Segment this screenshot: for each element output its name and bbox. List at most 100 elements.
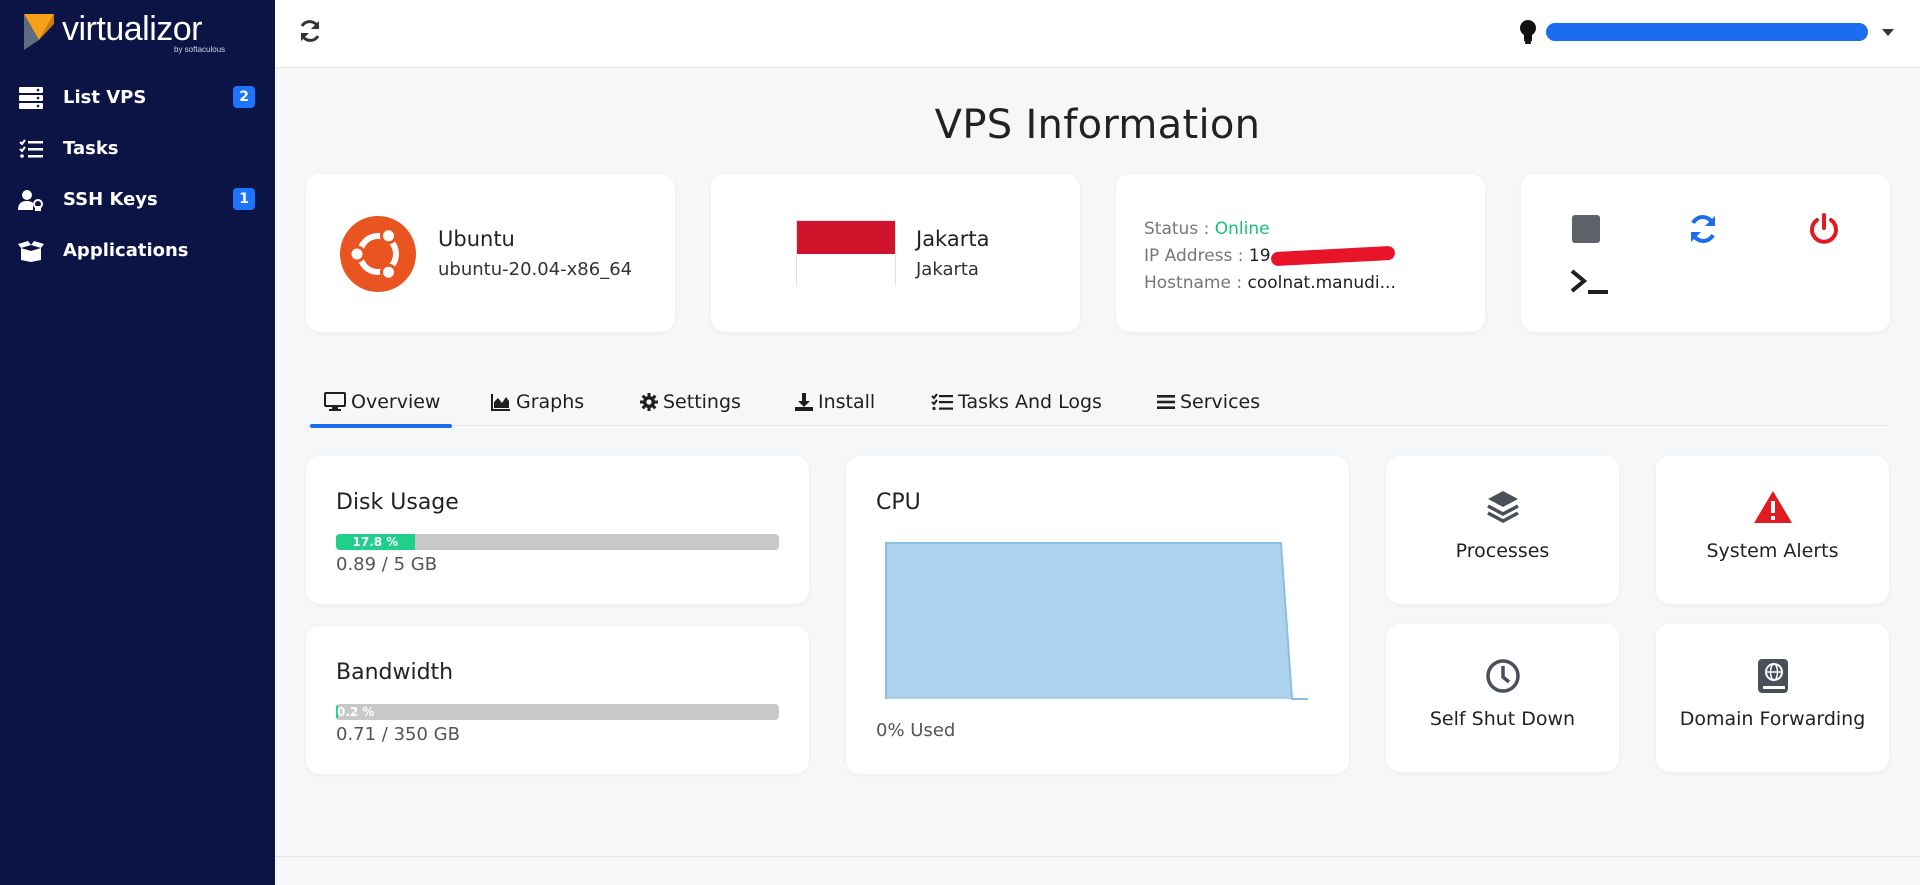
indonesia-flag-icon (796, 220, 896, 286)
sidebar-item-list-vps[interactable]: List VPS 2 (0, 72, 275, 123)
sidebar: virtualizor by softaculous List VPS 2 Ta… (0, 0, 275, 885)
stop-icon (1572, 215, 1600, 243)
self-shut-down-label: Self Shut Down (1429, 708, 1576, 730)
bandwidth-amount: 0.71 / 350 GB (336, 724, 460, 745)
bandwidth-progress: 0.2 % (336, 704, 779, 720)
sidebar-item-label: Applications (63, 240, 189, 261)
lightbulb-icon (1520, 20, 1536, 44)
sidebar-item-ssh-keys[interactable]: SSH Keys 1 (0, 174, 275, 225)
user-name-redacted (1546, 23, 1868, 41)
location-region: Jakarta (916, 259, 979, 280)
count-badge: 1 (233, 188, 255, 210)
domain-forwarding-label: Domain Forwarding (1679, 708, 1866, 730)
sidebar-nav: List VPS 2 Tasks SSH Keys 1 Applications (0, 72, 275, 276)
disk-usage-card: Disk Usage 17.8 % 0.89 / 5 GB (306, 456, 809, 604)
tab-graphs[interactable]: Graphs (491, 378, 584, 426)
domain-forwarding-tile[interactable]: Domain Forwarding (1656, 624, 1889, 772)
tab-overview[interactable]: Overview (309, 378, 453, 428)
cpu-card: CPU 0% Used (846, 456, 1349, 774)
processes-label: Processes (1455, 540, 1550, 562)
sidebar-item-label: Tasks (63, 138, 119, 159)
sidebar-item-applications[interactable]: Applications (0, 225, 275, 276)
area-chart-icon (491, 394, 510, 411)
server-list-icon (18, 86, 44, 110)
globe-book-icon (1757, 659, 1788, 693)
tab-install[interactable]: Install (795, 378, 875, 426)
hostname-row: Hostname : coolnat.manudi... (1144, 270, 1396, 297)
location-city: Jakarta (916, 227, 990, 251)
disk-usage-progress: 17.8 % (336, 534, 779, 550)
tab-label: Tasks And Logs (958, 391, 1102, 413)
bandwidth-fill: 0.2 % (336, 704, 375, 720)
tab-label: Overview (351, 391, 441, 413)
cpu-title: CPU (876, 490, 921, 515)
topbar (275, 0, 1920, 68)
ip-value: 19 (1248, 246, 1271, 266)
status-value: Online (1214, 219, 1270, 239)
virtualizor-logo[interactable]: virtualizor by softaculous (24, 10, 234, 56)
tab-label: Settings (663, 391, 741, 413)
chevron-down-icon (1882, 28, 1894, 36)
vps-actions-card (1521, 174, 1890, 332)
brand-sub: by softaculous (174, 45, 226, 54)
download-icon (795, 393, 813, 411)
power-off-button[interactable] (1806, 211, 1842, 247)
disk-usage-amount: 0.89 / 5 GB (336, 554, 438, 575)
cpu-used-label: 0% Used (876, 720, 956, 741)
tab-settings[interactable]: Settings (640, 378, 741, 426)
status-label: Status : (1144, 219, 1210, 239)
refresh-icon (1691, 215, 1715, 243)
refresh-icon[interactable] (297, 18, 323, 44)
processes-tile[interactable]: Processes (1386, 456, 1619, 604)
list-icon (1157, 395, 1175, 409)
task-list-icon (18, 137, 44, 161)
tab-services[interactable]: Services (1157, 378, 1260, 426)
box-open-icon (18, 239, 44, 263)
server-status-card: Status : Online IP Address : 19 Hostname… (1116, 174, 1485, 332)
page-title: VPS Information (934, 102, 1261, 148)
disk-usage-title: Disk Usage (336, 490, 459, 515)
hostname-value: coolnat.manudi... (1247, 273, 1396, 293)
user-key-icon (18, 188, 44, 212)
os-version: ubuntu-20.04-x86_64 (438, 259, 633, 280)
tab-label: Install (818, 391, 876, 413)
restart-button[interactable] (1685, 211, 1721, 247)
vps-tabs: Overview Graphs Settings Install Tasks A… (306, 378, 1888, 428)
system-alerts-tile[interactable]: System Alerts (1656, 456, 1889, 604)
ip-row: IP Address : 19 (1144, 243, 1396, 270)
count-badge: 2 (233, 86, 255, 108)
desktop-icon (324, 392, 346, 411)
tab-label: Graphs (516, 391, 585, 413)
clock-icon (1485, 659, 1520, 693)
task-list-icon (931, 393, 953, 411)
sidebar-item-tasks[interactable]: Tasks (0, 123, 275, 174)
location-card: Jakarta Jakarta (711, 174, 1080, 332)
gear-icon (640, 393, 658, 411)
footer-divider (275, 856, 1920, 857)
stop-button[interactable] (1568, 211, 1604, 247)
console-button[interactable] (1568, 264, 1612, 300)
bandwidth-card: Bandwidth 0.2 % 0.71 / 350 GB (306, 626, 809, 774)
tab-label: Services (1180, 391, 1261, 413)
bandwidth-title: Bandwidth (336, 660, 454, 685)
ip-redaction (1270, 245, 1395, 267)
system-alerts-label: System Alerts (1706, 540, 1839, 562)
self-shut-down-tile[interactable]: Self Shut Down (1386, 624, 1619, 772)
sidebar-item-label: List VPS (63, 87, 147, 108)
cpu-usage-graph (885, 542, 1308, 700)
disk-usage-fill: 17.8 % (336, 534, 415, 550)
hostname-label: Hostname : (1144, 273, 1243, 293)
os-card: Ubuntu ubuntu-20.04-x86_64 (306, 174, 675, 332)
power-icon (1810, 213, 1838, 244)
warning-icon (1753, 491, 1792, 523)
terminal-icon (1570, 269, 1608, 294)
layers-icon (1486, 491, 1519, 523)
virtualizor-logo-icon (24, 14, 54, 50)
os-name: Ubuntu (438, 227, 515, 251)
user-menu[interactable] (1518, 18, 1894, 46)
status-row: Status : Online (1144, 216, 1396, 243)
ubuntu-logo-icon (340, 216, 416, 292)
brand-name: virtualizor (62, 10, 202, 48)
sidebar-item-label: SSH Keys (63, 189, 158, 210)
tab-tasks-and-logs[interactable]: Tasks And Logs (931, 378, 1102, 426)
